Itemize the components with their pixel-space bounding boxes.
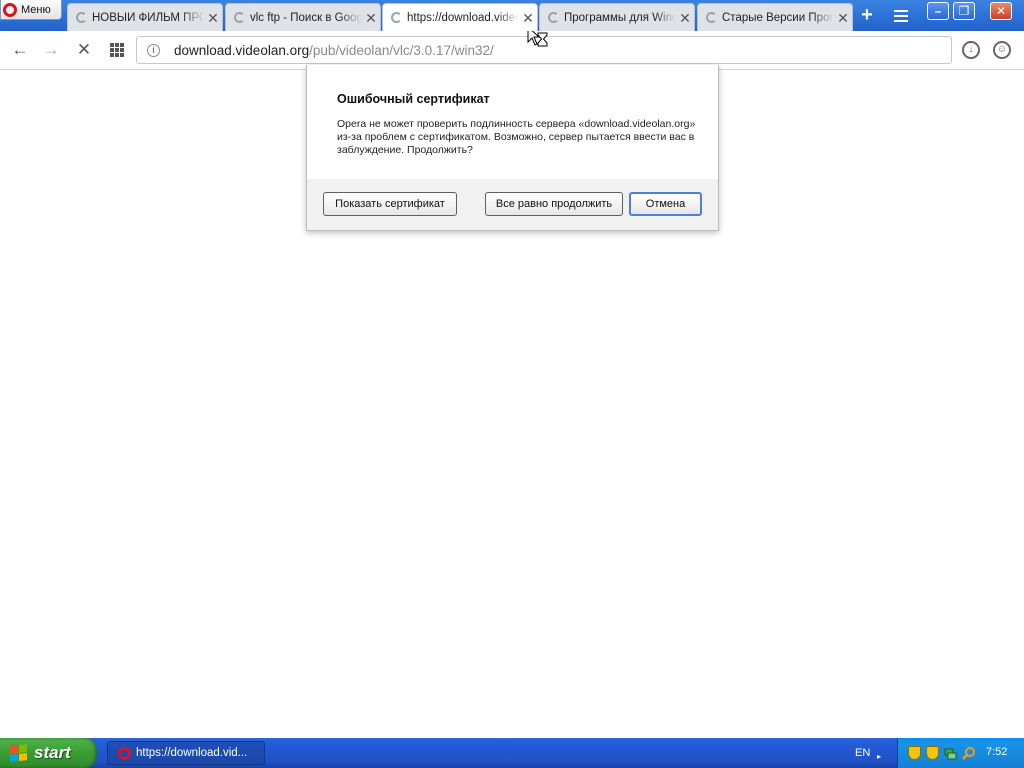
tab-close-icon[interactable]: ✕ (204, 11, 222, 25)
tab-title: https://download.videolan.org (407, 11, 519, 24)
loading-spinner-icon (706, 12, 717, 23)
tab-title: НОВЫЙ ФИЛЬМ ПРОЦ (92, 11, 204, 24)
tab-4[interactable]: Программы для Windows ✕ (539, 3, 695, 31)
search-icon[interactable] (962, 746, 975, 760)
start-button[interactable]: start (0, 738, 97, 768)
dialog-title: Ошибочный сертификат (337, 92, 490, 106)
continue-anyway-button[interactable]: Все равно продолжить (485, 192, 623, 216)
network-icon[interactable] (944, 746, 957, 760)
opera-logo-icon (118, 746, 131, 760)
language-indicator[interactable]: EN (855, 747, 870, 759)
download-icon[interactable]: ↓ (962, 41, 980, 59)
security-shield-icon[interactable] (908, 746, 921, 760)
show-certificate-button[interactable]: Показать сертификат (323, 192, 457, 216)
tab-5[interactable]: Старые Версии Программ ✕ (697, 3, 853, 31)
tab-close-icon[interactable]: ✕ (362, 11, 380, 25)
dialog-message: Opera не может проверить подлинность сер… (337, 118, 696, 156)
tab-menu-icon[interactable] (892, 7, 910, 23)
url-text: download.videolan.org/pub/videolan/vlc/3… (174, 43, 494, 58)
tab-title: Старые Версии Программ (722, 11, 834, 24)
url-host: download.videolan.org (174, 42, 310, 58)
clock: 7:52 (986, 746, 1008, 758)
loading-spinner-icon (76, 12, 87, 23)
loading-spinner-icon (234, 12, 245, 23)
certificate-error-dialog: Ошибочный сертификат Opera не может пров… (306, 65, 719, 231)
windows-flag-icon (10, 744, 28, 762)
new-tab-button[interactable]: + (857, 5, 877, 25)
close-window-button[interactable]: ✕ (990, 2, 1012, 20)
loading-spinner-icon (548, 12, 559, 23)
tab-2[interactable]: vlc ftp - Поиск в Google ✕ (225, 3, 381, 31)
loading-spinner-icon (391, 12, 402, 23)
url-path: /pub/videolan/vlc/3.0.17/win32/ (309, 42, 494, 58)
opera-logo-icon (3, 2, 17, 17)
tab-title: Программы для Windows (564, 11, 676, 24)
minimize-button[interactable]: – (927, 2, 949, 20)
opera-menu-label: Меню (21, 3, 51, 16)
language-menu-arrow-icon[interactable]: ▸ (877, 752, 881, 761)
forward-arrow-icon[interactable]: → (42, 41, 60, 59)
taskbar-item-label: https://download.vid... (136, 747, 248, 759)
tab-close-icon[interactable]: ✕ (676, 11, 694, 25)
site-info-icon[interactable]: i (147, 43, 160, 57)
tab-close-icon[interactable]: ✕ (834, 11, 852, 25)
tab-title: vlc ftp - Поиск в Google (250, 11, 362, 24)
cancel-button[interactable]: Отмена (629, 192, 702, 216)
opera-menu-button[interactable]: Меню (0, 0, 62, 20)
speed-dial-grid-icon[interactable] (110, 43, 124, 57)
tab-3-active[interactable]: https://download.videolan.org ✕ (382, 3, 538, 31)
restore-button[interactable]: ❐ (953, 2, 975, 20)
security-shield-icon[interactable] (926, 746, 939, 760)
back-arrow-icon[interactable]: ← (11, 41, 29, 59)
tab-1[interactable]: НОВЫЙ ФИЛЬМ ПРОЦ ✕ (67, 3, 223, 31)
taskbar-item-opera[interactable]: https://download.vid... (107, 741, 265, 765)
start-label: start (34, 743, 71, 762)
stop-loading-icon[interactable]: ✕ (75, 41, 93, 59)
tab-close-icon[interactable]: ✕ (519, 11, 537, 25)
account-icon[interactable]: ☺ (993, 41, 1011, 59)
tab-strip: Меню НОВЫЙ ФИЛЬМ ПРОЦ ✕ vlc ftp - Поиск … (0, 0, 1024, 31)
